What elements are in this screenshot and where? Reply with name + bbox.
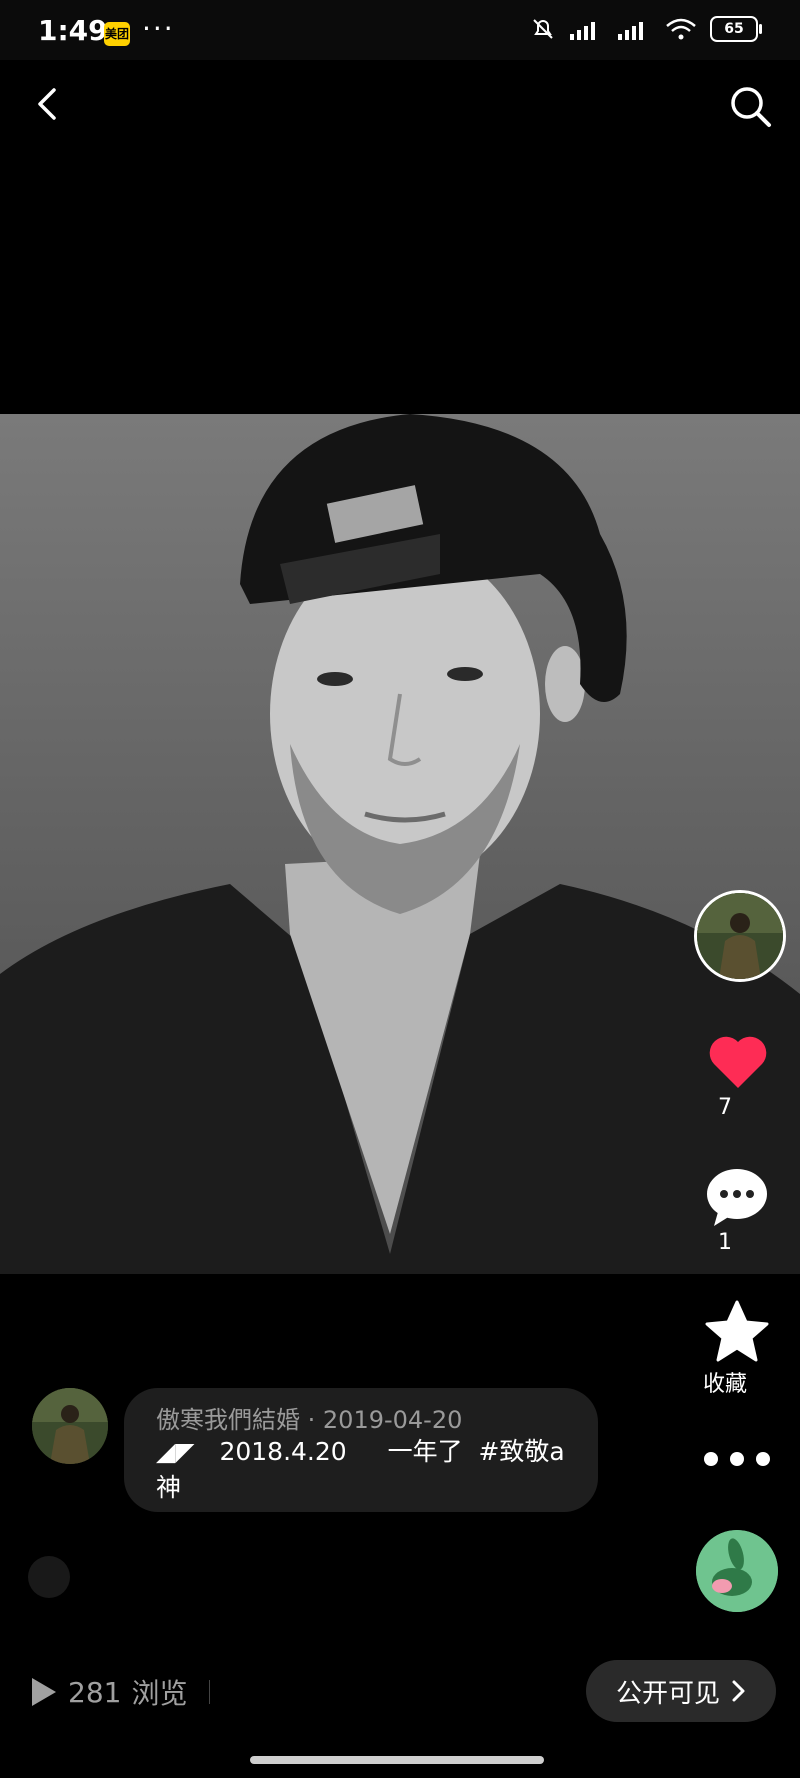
battery-indicator: 65	[710, 16, 762, 42]
author-avatar[interactable]	[694, 890, 786, 982]
music-disc-icon[interactable]	[696, 1530, 778, 1612]
comment-meta: 傲寒我們結婚 · 2019-04-20	[156, 1400, 462, 1435]
more-options-icon[interactable]	[704, 1452, 770, 1472]
wifi-icon	[666, 18, 696, 40]
play-icon	[32, 1678, 56, 1706]
views-label: 浏览	[131, 1677, 188, 1710]
commenter-avatar[interactable]	[32, 1388, 108, 1464]
comment-text: ◢◤ 2018.4.20 一年了 #致敬a神	[156, 1437, 565, 1502]
comment-icon[interactable]	[704, 1164, 770, 1230]
status-icons: 65	[530, 16, 762, 42]
comment-bubble[interactable]: 傲寒我們結婚 · 2019-04-20 ◢◤ 2018.4.20 一年了 #致敬…	[124, 1388, 598, 1512]
like-count: 7	[718, 1095, 732, 1120]
comment-separator: ·	[307, 1406, 323, 1434]
home-indicator	[250, 1756, 544, 1764]
heart-icon[interactable]	[706, 1030, 770, 1094]
chevron-right-icon	[732, 1680, 745, 1702]
views-number: 281	[68, 1675, 122, 1709]
status-bar: 1:49 美团 ··· 65	[0, 0, 800, 60]
search-icon[interactable]	[726, 82, 774, 130]
signal-icon	[570, 22, 595, 40]
comment-count: 1	[718, 1230, 732, 1255]
visibility-label: 公开可见	[615, 1678, 720, 1709]
star-icon[interactable]	[704, 1298, 770, 1364]
signal-icon-2	[618, 22, 643, 40]
view-count: 281 浏览	[28, 1672, 211, 1712]
action-rail: 7 1 收藏	[650, 880, 800, 1640]
comment-date: 2019-04-20	[322, 1406, 463, 1434]
small-avatar	[28, 1556, 70, 1598]
divider	[209, 1680, 211, 1704]
chevron-left-icon[interactable]	[26, 82, 70, 126]
status-time: 1:49	[38, 14, 108, 47]
visibility-button[interactable]: 公开可见	[586, 1660, 776, 1722]
favorite-label: 收藏	[702, 1372, 747, 1397]
mute-bell-icon	[533, 19, 553, 39]
meituan-app-icon: 美团	[104, 22, 130, 46]
comment-author[interactable]: 傲寒我們結婚	[156, 1406, 300, 1434]
status-more-icon: ···	[142, 12, 175, 45]
